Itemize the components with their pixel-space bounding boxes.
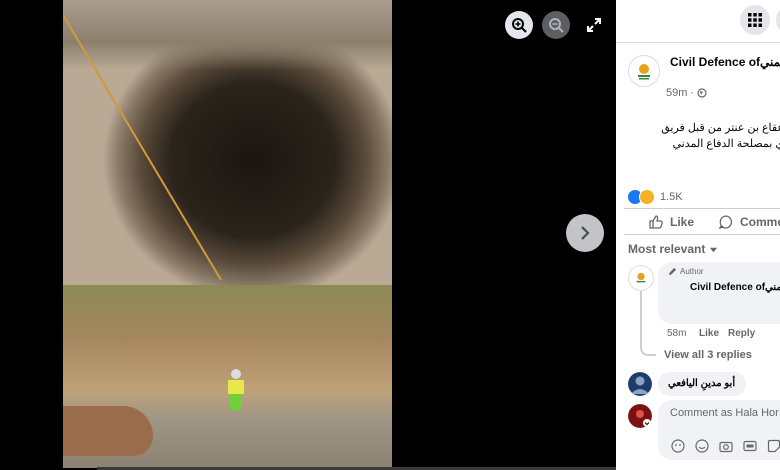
divider	[624, 234, 780, 235]
comment-composer	[658, 400, 780, 460]
comment-icon	[718, 215, 733, 230]
post-photo[interactable]	[63, 0, 392, 468]
page-name[interactable]: Civil Defence ofيمني	[670, 55, 780, 69]
comment-label: Comme	[740, 215, 780, 229]
post-timestamp[interactable]: 59m ·	[666, 87, 707, 99]
sort-label: Most relevant	[628, 242, 706, 256]
pencil-icon	[668, 267, 677, 276]
comment-time[interactable]: 58m	[667, 328, 686, 339]
gif-button[interactable]	[742, 438, 757, 453]
comment-author-name[interactable]: Civil Defence ofيمني	[690, 282, 780, 293]
fullscreen-button[interactable]	[580, 11, 608, 39]
messenger-button[interactable]	[776, 5, 780, 35]
sad-reaction-icon	[639, 189, 655, 205]
author-badge: Author	[668, 267, 704, 276]
post-text-line-1: عقاع بن عنتر من قبل فريق	[661, 122, 780, 134]
divider	[624, 208, 780, 209]
gif-icon	[742, 440, 757, 451]
comment-bubble: أبو مدينِ اليافعي	[658, 372, 746, 396]
photo-button[interactable]	[718, 438, 733, 453]
emoji-icon	[694, 438, 709, 453]
comment-author-avatar[interactable]	[628, 265, 654, 291]
civil-defence-logo	[638, 64, 650, 80]
emoji-button[interactable]	[694, 438, 709, 453]
like-button[interactable]: Like	[648, 214, 694, 230]
apps-grid-icon	[748, 13, 762, 27]
sticker-button[interactable]	[766, 438, 780, 453]
reply-thread-line	[640, 290, 656, 356]
commenter-avatar[interactable]	[628, 372, 652, 396]
comment-like-button[interactable]: Like	[699, 328, 719, 339]
comment-author-name[interactable]: أبو مدينِ اليافعي	[668, 378, 735, 389]
caret-down-icon	[710, 247, 718, 252]
civil-defence-logo	[636, 272, 646, 283]
zoom-in-icon	[512, 18, 527, 33]
post-side-panel: Civil Defence ofيمني 59m · عقاع بن عنتر …	[616, 0, 780, 470]
panel-topbar	[616, 0, 780, 43]
photo-hand	[63, 406, 153, 456]
post-time-text: 59m	[666, 87, 688, 99]
thumbs-up-icon	[649, 215, 663, 229]
sticker-icon	[767, 439, 780, 452]
comment-bubble: Author Civil Defence ofيمني	[658, 262, 780, 324]
view-replies-link[interactable]: View all 3 replies	[664, 349, 752, 361]
zoom-in-button[interactable]	[505, 11, 533, 39]
avatar-sticker-icon	[670, 438, 685, 453]
composer-tools	[670, 438, 780, 453]
zoom-out-button[interactable]	[542, 11, 570, 39]
reaction-count: 1.5K	[660, 191, 683, 203]
reaction-summary[interactable]: 1.5K	[627, 189, 683, 205]
expand-icon	[587, 18, 601, 32]
author-tag-text: Author	[680, 267, 704, 276]
globe-icon	[697, 88, 707, 98]
photo-viewer	[0, 0, 616, 470]
next-photo-button[interactable]	[566, 214, 604, 252]
menu-button[interactable]	[740, 5, 770, 35]
chevron-right-icon	[581, 226, 590, 240]
post-text: عقاع بن عنتر من قبل فريق ي بمصلحة الدفاع…	[616, 120, 780, 152]
comment-reply-button[interactable]: Reply	[728, 328, 755, 339]
page-avatar[interactable]	[628, 55, 660, 87]
photo-rescuer	[228, 369, 244, 410]
camera-icon	[718, 441, 733, 452]
like-label: Like	[670, 215, 695, 229]
comment-input[interactable]	[668, 406, 780, 420]
comment-sort-dropdown[interactable]: Most relevant	[628, 242, 718, 256]
post-text-line-2: ي بمصلحة الدفاع المدني	[672, 138, 780, 150]
zoom-out-icon	[549, 18, 564, 33]
comment-button[interactable]: Comme	[718, 214, 780, 230]
user-avatar[interactable]	[628, 404, 652, 428]
avatar-sticker-button[interactable]	[670, 438, 685, 453]
